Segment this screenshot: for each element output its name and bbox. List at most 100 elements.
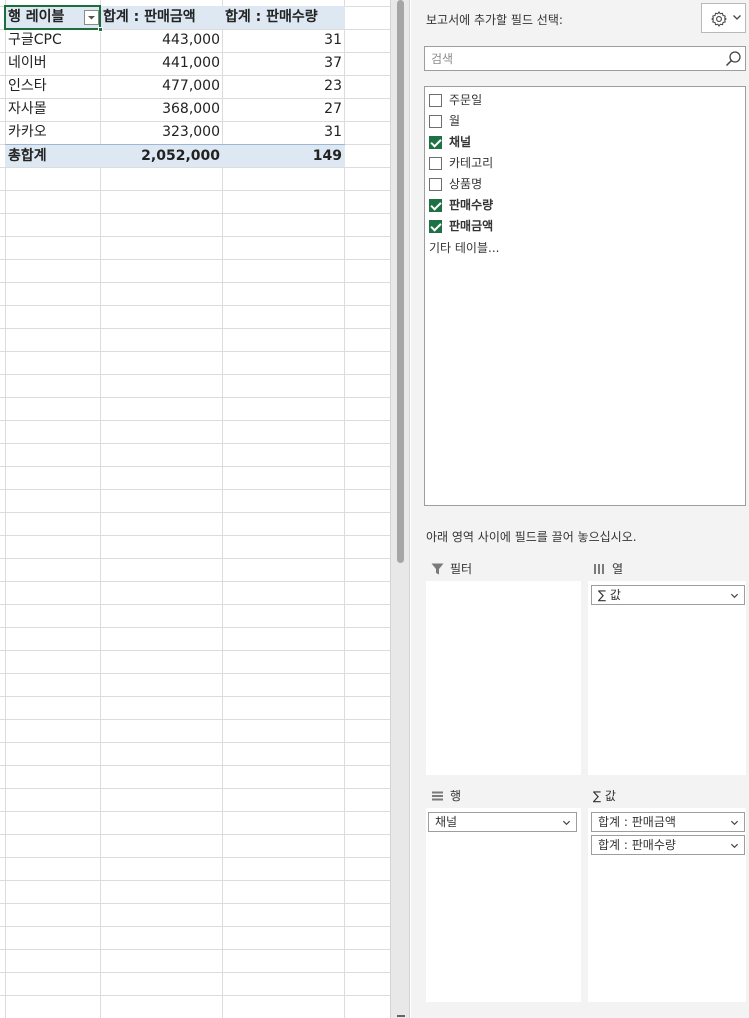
amount-cell[interactable]: 441,000 xyxy=(100,52,222,75)
gridline-horizontal xyxy=(0,903,390,904)
chevron-down-icon xyxy=(733,15,741,20)
field-label: 채널 xyxy=(449,135,472,149)
field-item-product-name[interactable]: 상품명 xyxy=(429,175,739,194)
amount-cell[interactable]: 323,000 xyxy=(100,121,222,144)
checkbox-icon[interactable] xyxy=(429,178,442,191)
values-sum-amount-field[interactable]: 합계 : 판매금액 xyxy=(591,812,745,832)
gridline-horizontal xyxy=(0,696,390,697)
checkbox-icon[interactable] xyxy=(429,199,442,212)
gridline-horizontal xyxy=(0,926,390,927)
scrollbar-thumb[interactable] xyxy=(397,0,404,563)
rows-channel-field[interactable]: 채널 xyxy=(428,812,577,832)
gridline-horizontal xyxy=(0,282,390,283)
field-search xyxy=(424,46,746,71)
search-icon[interactable] xyxy=(725,50,742,67)
tools-button[interactable] xyxy=(701,3,746,33)
amount-cell[interactable]: 477,000 xyxy=(100,75,222,98)
grand-total-label[interactable]: 총합계 xyxy=(5,145,100,168)
field-item-order-date[interactable]: 주문일 xyxy=(429,91,739,110)
gridline-horizontal xyxy=(0,581,390,582)
qty-cell[interactable]: 37 xyxy=(222,52,345,75)
field-label: 판매수량 xyxy=(449,198,494,212)
checkbox-icon[interactable] xyxy=(429,136,442,149)
gridline-horizontal xyxy=(0,857,390,858)
more-tables-link[interactable]: 기타 테이블... xyxy=(429,239,499,256)
amount-cell[interactable]: 368,000 xyxy=(100,98,222,121)
values-area-header: ∑ 값 xyxy=(588,784,746,808)
pivot-row: 인스타 477,000 23 xyxy=(5,75,345,98)
channel-cell[interactable]: 구글CPC xyxy=(5,29,100,52)
checkbox-icon[interactable] xyxy=(429,115,442,128)
filter-area-title: 필터 xyxy=(450,562,473,576)
channel-cell[interactable]: 카카오 xyxy=(5,121,100,144)
checkbox-icon[interactable] xyxy=(429,157,442,170)
filter-area-header: 필터 xyxy=(426,557,581,581)
grand-total-amount[interactable]: 2,052,000 xyxy=(100,145,222,168)
gridline-horizontal xyxy=(0,719,390,720)
amount-cell[interactable]: 443,000 xyxy=(100,29,222,52)
gear-icon xyxy=(711,11,727,27)
values-sum-qty-field[interactable]: 합계 : 판매수량 xyxy=(591,835,745,855)
chevron-down-icon xyxy=(730,843,739,849)
field-label: 카테고리 xyxy=(449,156,494,170)
gridline-horizontal xyxy=(0,788,390,789)
field-item-sales-amount[interactable]: 판매금액 xyxy=(429,217,739,236)
columns-values-field[interactable]: ∑ 값 xyxy=(591,585,745,605)
scrollbar-end-mark xyxy=(397,1015,405,1017)
row-label-filter-button[interactable] xyxy=(84,10,99,25)
gridline-horizontal xyxy=(0,535,390,536)
pivot-grand-total-row: 총합계 2,052,000 149 xyxy=(5,144,345,167)
values-area-dropzone[interactable]: 합계 : 판매금액 합계 : 판매수량 xyxy=(588,808,746,1002)
field-item-month[interactable]: 월 xyxy=(429,112,739,131)
sum-amount-header[interactable]: 합계 : 판매금액 xyxy=(100,6,222,29)
pivot-field-list-pane: 보고서에 추가할 필드 선택: 주문일 월 채널 카테고리 xyxy=(411,0,749,1018)
gridline-horizontal xyxy=(0,420,390,421)
gridline-horizontal xyxy=(0,811,390,812)
columns-area-dropzone[interactable]: ∑ 값 xyxy=(588,581,746,775)
search-input[interactable] xyxy=(425,47,720,70)
grand-total-qty[interactable]: 149 xyxy=(222,145,345,168)
qty-cell[interactable]: 31 xyxy=(222,29,345,52)
gridline-horizontal xyxy=(0,512,390,513)
filter-area-dropzone[interactable] xyxy=(426,581,581,775)
worksheet[interactable]: 행 레이블 합계 : 판매금액 합계 : 판매수량 구글CPC 443,000 … xyxy=(0,0,390,1018)
pivot-row: 카카오 323,000 31 xyxy=(5,121,345,144)
qty-cell[interactable]: 23 xyxy=(222,75,345,98)
gridline-horizontal xyxy=(0,351,390,352)
qty-cell[interactable]: 27 xyxy=(222,98,345,121)
checkbox-icon[interactable] xyxy=(429,220,442,233)
field-item-category[interactable]: 카테고리 xyxy=(429,154,739,173)
gridline-horizontal xyxy=(0,765,390,766)
rows-area-dropzone[interactable]: 채널 xyxy=(426,808,581,1002)
columns-area-title: 열 xyxy=(612,562,624,576)
field-item-sales-qty[interactable]: 판매수량 xyxy=(429,196,739,215)
qty-cell[interactable]: 31 xyxy=(222,121,345,144)
dropdown-label: 합계 : 판매수량 xyxy=(598,838,676,852)
field-item-channel[interactable]: 채널 xyxy=(429,133,739,152)
values-area-title: ∑ 값 xyxy=(593,789,616,803)
gridline-horizontal xyxy=(0,742,390,743)
gridline-horizontal xyxy=(0,190,390,191)
channel-cell[interactable]: 네이버 xyxy=(5,52,100,75)
gridline-horizontal xyxy=(0,259,390,260)
dropdown-label: ∑ 값 xyxy=(598,588,621,602)
columns-area-header: 열 xyxy=(588,557,746,581)
sum-qty-header[interactable]: 합계 : 판매수량 xyxy=(222,6,345,29)
channel-cell[interactable]: 자사몰 xyxy=(5,98,100,121)
gridline-horizontal xyxy=(0,627,390,628)
pivot-row: 네이버 441,000 37 xyxy=(5,52,345,75)
pivot-row: 구글CPC 443,000 31 xyxy=(5,29,345,52)
gridline-horizontal xyxy=(0,650,390,651)
vertical-scrollbar[interactable] xyxy=(390,0,410,1018)
field-label: 판매금액 xyxy=(449,219,494,233)
rows-area-header: 행 xyxy=(426,784,581,808)
gridline-horizontal xyxy=(0,995,390,996)
gridline-horizontal xyxy=(0,466,390,467)
areas-hint: 아래 영역 사이에 필드를 끌어 놓으십시오. xyxy=(426,530,637,544)
checkbox-icon[interactable] xyxy=(429,94,442,107)
gridline-horizontal xyxy=(0,397,390,398)
channel-cell[interactable]: 인스타 xyxy=(5,75,100,98)
gridline-horizontal xyxy=(0,443,390,444)
chevron-down-icon xyxy=(88,16,95,20)
field-list: 주문일 월 채널 카테고리 상품명 판매수량 판매금액 기타 테이블... xyxy=(424,86,746,506)
